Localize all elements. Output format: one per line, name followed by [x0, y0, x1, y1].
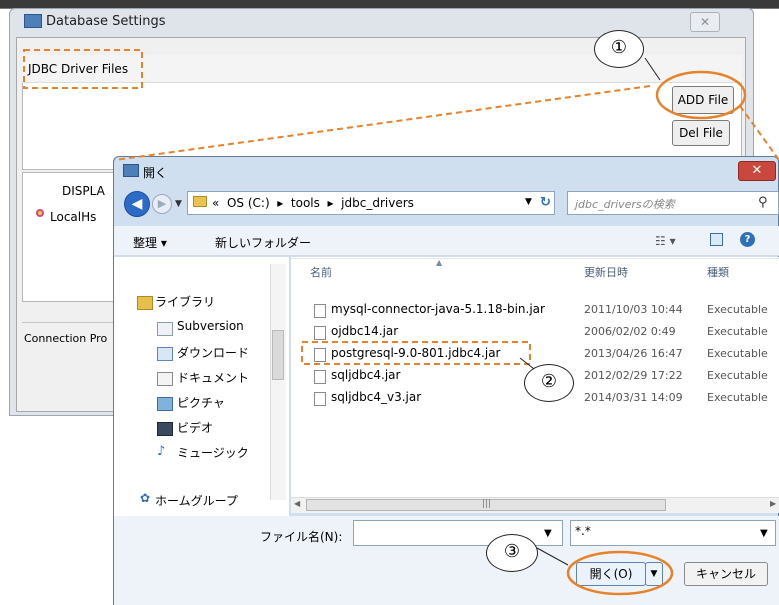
file-date: 2014/03/31 14:09 [584, 391, 683, 404]
arrow-left-icon: ◀ [131, 196, 143, 212]
add-file-button[interactable]: ADD File [672, 86, 734, 114]
file-type: Executable [707, 303, 768, 316]
documents-icon [157, 372, 173, 386]
scroll-left-icon[interactable]: ◀ [294, 499, 300, 508]
jar-file-icon [314, 370, 326, 384]
homegroup-icon: ✿ [140, 491, 151, 505]
open-options-dropdown[interactable]: ▼ [645, 562, 663, 586]
preview-pane-icon[interactable] [710, 233, 723, 246]
table-row[interactable]: LocalHs [50, 210, 96, 224]
file-date: 2012/02/29 17:22 [584, 369, 683, 382]
folder-icon [193, 196, 207, 207]
file-date: 2011/10/03 10:44 [584, 303, 683, 316]
history-dropdown-icon[interactable]: ▼ [175, 199, 182, 209]
file-type: Executable [707, 347, 768, 360]
dialog-title: 開く [143, 166, 168, 180]
nav-item-downloads[interactable]: ダウンロード [177, 344, 249, 361]
jar-file-icon [314, 348, 326, 362]
back-button[interactable]: ◀ [124, 191, 150, 217]
file-type-filter[interactable] [570, 520, 776, 546]
file-name[interactable]: sqljdbc4.jar [331, 368, 400, 382]
scroll-right-icon[interactable]: ▶ [770, 499, 776, 508]
forward-button[interactable]: ▶ [152, 194, 172, 214]
nav-item-pictures[interactable]: ピクチャ [177, 394, 225, 411]
jar-file-icon [314, 392, 326, 406]
column-header-name[interactable]: 名前 [310, 264, 332, 280]
nav-item-documents[interactable]: ドキュメント [177, 369, 249, 386]
library-icon [137, 296, 153, 310]
pictures-icon [157, 397, 173, 411]
scrollbar-grip-icon: ||| [482, 499, 492, 509]
divider [22, 322, 122, 323]
nav-item-subversion[interactable]: Subversion [177, 319, 244, 333]
organize-menu[interactable]: 整理 ▾ [133, 234, 167, 251]
jdbc-section-label: JDBC Driver Files [28, 62, 129, 76]
column-divider [291, 258, 779, 259]
new-folder-button[interactable]: 新しいフォルダー [215, 234, 311, 251]
file-type: Executable [707, 369, 768, 382]
file-date: 2006/02/02 0:49 [584, 325, 676, 338]
search-icon[interactable]: ⚲ [758, 195, 768, 210]
nav-scrollbar-thumb[interactable] [272, 330, 284, 380]
file-type: Executable [707, 325, 768, 338]
arrow-right-icon: ▶ [157, 197, 167, 210]
nav-item-videos[interactable]: ビデオ [177, 419, 213, 436]
column-header-type[interactable]: 種類 [707, 264, 729, 280]
file-name[interactable]: sqljdbc4_v3.jar [331, 390, 421, 404]
filename-label: ファイル名(N): [260, 530, 343, 544]
callout-1: ① [594, 30, 644, 68]
nav-item-homegroup[interactable]: ホームグループ [155, 492, 238, 509]
chevron-down-icon: ▼ [650, 569, 658, 579]
address-dropdown-icon[interactable]: ▼ [525, 197, 532, 207]
close-button[interactable]: ✕ [690, 12, 720, 32]
dialog-toolbar [114, 226, 779, 256]
filter-dropdown-icon[interactable]: ▼ [760, 528, 768, 539]
jar-file-icon [314, 326, 326, 340]
refresh-icon[interactable]: ↻ [540, 195, 551, 210]
music-icon: ♪ [157, 444, 166, 459]
nav-scrollbar[interactable] [270, 264, 286, 500]
file-name[interactable]: mysql-connector-java-5.1.18-bin.jar [331, 302, 545, 316]
window-title: Database Settings [46, 14, 166, 29]
column-header-date[interactable]: 更新日時 [584, 264, 628, 280]
callout-3: ③ [486, 534, 538, 572]
view-options-icon[interactable]: ☷ ▾ [655, 234, 676, 248]
file-date: 2013/04/26 16:47 [584, 347, 683, 360]
file-type: Executable [707, 391, 768, 404]
nav-item-library[interactable]: ライブラリ [155, 293, 215, 310]
cancel-button[interactable]: キャンセル [684, 562, 768, 586]
video-icon [157, 422, 173, 436]
dialog-icon [123, 164, 139, 177]
help-icon[interactable]: ? [740, 232, 755, 247]
file-type-filter-value: *.* [575, 524, 591, 538]
dialog-close-button[interactable]: ✕ [738, 161, 776, 181]
app-icon [24, 14, 42, 28]
table-header: DISPLA [62, 184, 105, 198]
sort-indicator-icon: ▲ [436, 258, 443, 267]
filename-dropdown-icon[interactable]: ▼ [544, 528, 552, 539]
file-name[interactable]: postgresql-9.0-801.jdbc4.jar [331, 346, 501, 360]
connection-icon [34, 208, 46, 220]
connection-properties-label: Connection Pro [24, 332, 108, 345]
open-button[interactable]: 開く(O) [576, 562, 646, 586]
callout-2: ② [524, 364, 574, 402]
address-path[interactable]: « OS (C:) ▸ tools ▸ jdbc_drivers [212, 196, 414, 210]
nav-item-music[interactable]: ミュージック [177, 444, 249, 461]
search-placeholder: jdbc_driversの検索 [575, 198, 675, 211]
del-file-button[interactable]: Del File [672, 120, 730, 146]
file-name[interactable]: ojdbc14.jar [331, 324, 398, 338]
download-icon [157, 347, 173, 361]
subversion-icon [157, 322, 173, 336]
jar-file-icon [314, 304, 326, 318]
